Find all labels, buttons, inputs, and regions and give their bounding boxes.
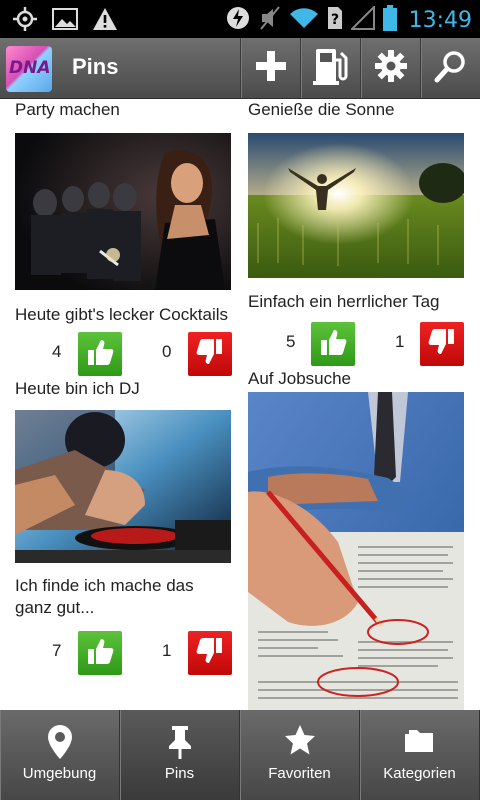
pins-feed[interactable]: Party machen Heute gibt's lecker Cocktai… <box>0 99 480 710</box>
fuel-icon <box>312 46 350 90</box>
search-button[interactable] <box>420 38 480 98</box>
clock: 13:49 <box>408 7 472 33</box>
pin-card[interactable]: Heute bin ich DJ Ich finde ich mache das… <box>15 378 232 677</box>
pin-title: Heute bin ich DJ <box>15 379 140 398</box>
pin-card[interactable]: Party machen Heute gibt's lecker Cocktai… <box>15 99 232 378</box>
thumbs-down-icon <box>427 327 457 361</box>
pin-image-jobsearch[interactable] <box>248 392 464 710</box>
warning-icon <box>92 7 118 35</box>
thumbs-up-icon <box>318 327 348 361</box>
dislike-count: 1 <box>395 332 405 351</box>
pin-image-sun[interactable] <box>248 133 464 278</box>
dislike-count: 0 <box>162 342 172 361</box>
dislike-count: 1 <box>162 641 172 660</box>
nav-pins[interactable]: Pins <box>120 710 240 800</box>
location-pin-icon <box>47 724 73 764</box>
vote-row: 5 1 <box>248 322 464 368</box>
battery-saver-icon <box>225 4 251 36</box>
add-icon <box>254 49 288 87</box>
like-button[interactable] <box>311 322 355 366</box>
nav-label: Umgebung <box>22 765 97 782</box>
settings-icon <box>374 49 408 87</box>
like-count: 5 <box>286 332 296 351</box>
nav-favoriten[interactable]: Favoriten <box>240 710 360 800</box>
thumbs-down-icon <box>195 337 225 371</box>
gallery-icon <box>52 7 78 35</box>
settings-button[interactable] <box>360 38 420 98</box>
bottom-navigation: Umgebung Pins Favoriten Kategorien <box>0 710 480 800</box>
pushpin-icon <box>166 724 194 764</box>
left-column: Party machen Heute gibt's lecker Cocktai… <box>15 99 232 677</box>
vote-row: 7 1 <box>15 631 232 677</box>
nav-kategorien[interactable]: Kategorien <box>360 710 480 800</box>
star-icon <box>284 724 316 760</box>
pin-title: Auf Jobsuche <box>248 369 352 388</box>
fuel-button[interactable] <box>300 38 360 98</box>
sim-icon: ? <box>327 6 343 34</box>
battery-icon <box>382 5 397 35</box>
like-button[interactable] <box>78 631 122 675</box>
nav-umgebung[interactable]: Umgebung <box>0 710 120 800</box>
svg-text:?: ? <box>331 12 339 28</box>
nav-label: Kategorien <box>383 765 456 782</box>
right-column: Genieße die Sonne Einfach ein herrlicher… <box>248 99 464 710</box>
like-count: 4 <box>52 342 62 361</box>
signal-icon <box>349 4 375 34</box>
pin-title: Party machen <box>15 100 120 119</box>
like-button[interactable] <box>78 332 122 376</box>
folder-icon <box>404 724 436 758</box>
dislike-button[interactable] <box>420 322 464 366</box>
app-logo[interactable]: DNA <box>6 46 52 92</box>
wifi-icon <box>289 6 319 34</box>
like-count: 7 <box>52 641 62 660</box>
pin-caption: Einfach ein herrlicher Tag <box>248 292 440 311</box>
app-logo-text: DNA <box>9 58 51 78</box>
thumbs-down-icon <box>195 636 225 670</box>
pin-image-dj[interactable] <box>15 410 231 563</box>
pin-caption: Heute gibt's lecker Cocktails <box>15 305 228 324</box>
nav-label: Pins <box>164 765 195 782</box>
pin-card[interactable]: Auf Jobsuche <box>248 368 464 710</box>
status-bar: ? 13:49 <box>0 0 480 38</box>
pin-image-party[interactable] <box>15 133 231 290</box>
mute-icon <box>259 5 281 35</box>
vote-row: 4 0 <box>15 332 232 378</box>
pin-caption: Ich finde ich mache das ganz gut... <box>15 576 194 617</box>
action-bar: DNA Pins <box>0 38 480 99</box>
gps-icon <box>12 6 38 36</box>
nav-label: Favoriten <box>268 765 331 782</box>
search-icon <box>434 49 468 87</box>
add-button[interactable] <box>240 38 300 98</box>
page-title: Pins <box>72 54 119 79</box>
dislike-button[interactable] <box>188 332 232 376</box>
pin-title: Genieße die Sonne <box>248 100 395 119</box>
dislike-button[interactable] <box>188 631 232 675</box>
thumbs-up-icon <box>85 636 115 670</box>
thumbs-up-icon <box>85 337 115 371</box>
pin-card[interactable]: Genieße die Sonne Einfach ein herrlicher… <box>248 99 464 368</box>
